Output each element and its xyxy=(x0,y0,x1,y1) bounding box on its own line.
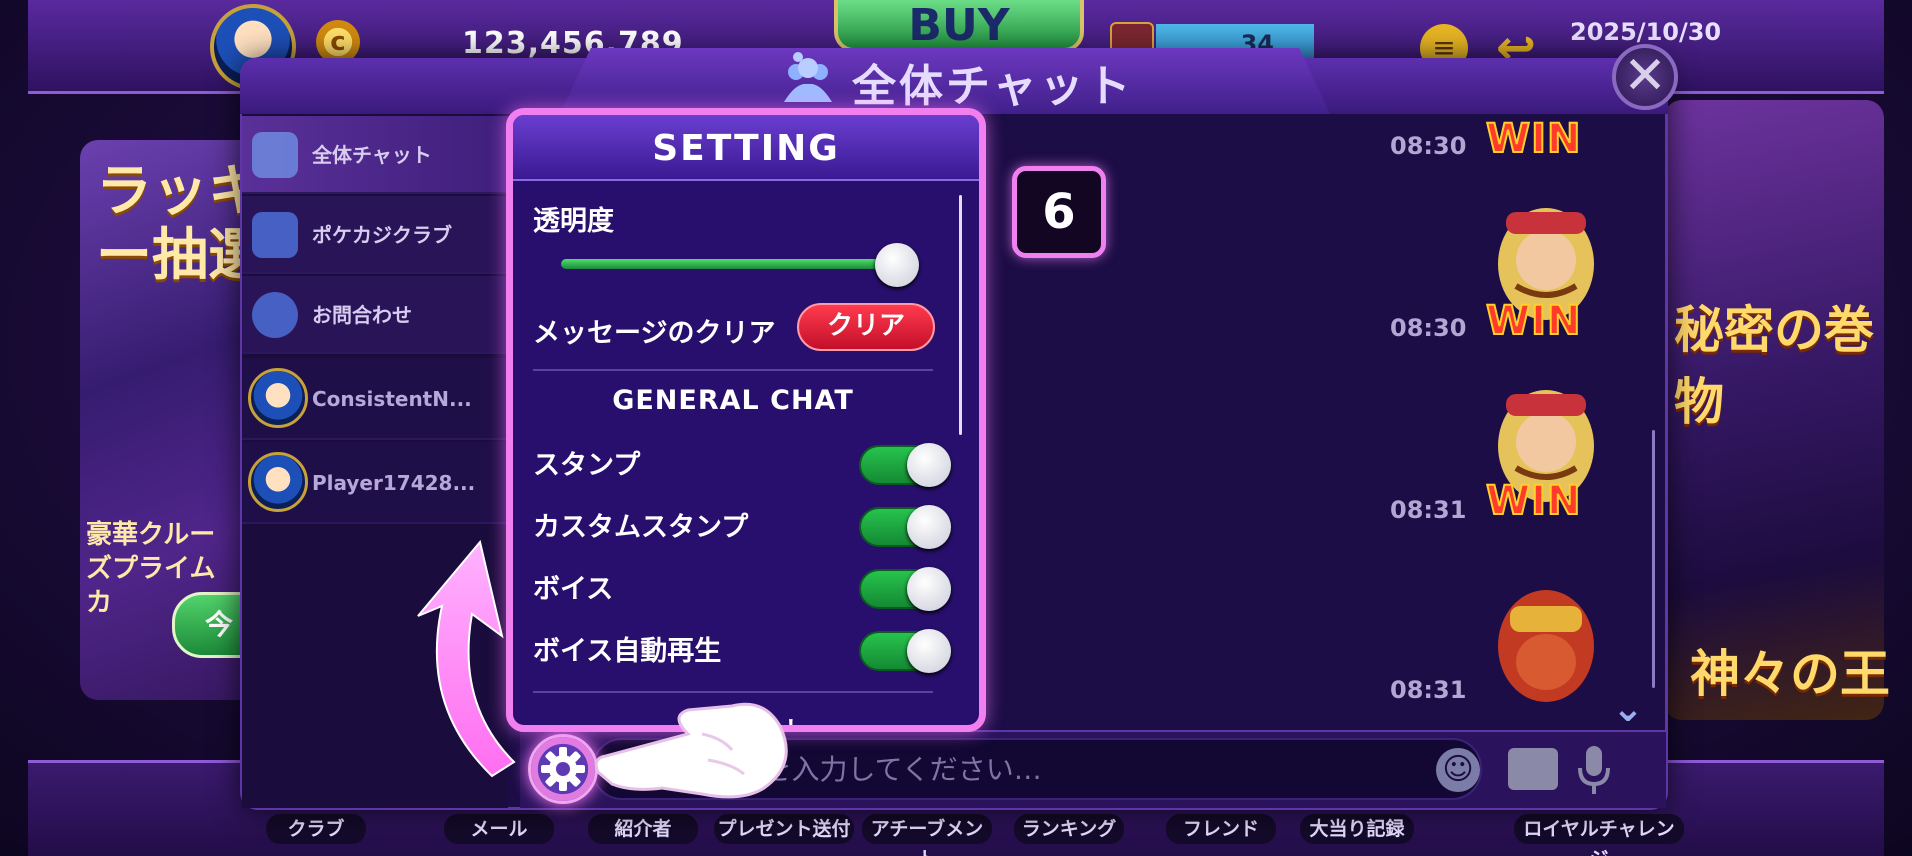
clear-messages-label: メッセージのクリア xyxy=(533,318,776,349)
headset-icon xyxy=(252,292,298,338)
sidebar-item-contact[interactable]: お問合わせ xyxy=(242,276,508,354)
nav-achievement[interactable]: アチーブメント xyxy=(862,814,992,856)
settings-panel: SETTING 透明度 メッセージのクリア クリア GENERAL CHAT ス… xyxy=(506,108,986,732)
divider xyxy=(533,369,933,371)
nav-royal-challenge[interactable]: ロイヤルチャレンジ xyxy=(1514,814,1684,856)
image-icon[interactable] xyxy=(1508,748,1558,790)
voice-toggle[interactable] xyxy=(859,567,951,611)
stamp-label: スタンプ xyxy=(533,450,641,481)
opacity-slider[interactable] xyxy=(561,259,901,269)
pointing-hand-icon xyxy=(594,702,788,799)
general-chat-heading: GENERAL CHAT xyxy=(612,385,854,416)
close-icon[interactable]: ✕ xyxy=(1612,44,1678,110)
opacity-slider-handle[interactable] xyxy=(875,243,919,287)
microphone-icon[interactable] xyxy=(1576,744,1612,796)
nav-friend[interactable]: フレンド xyxy=(1166,814,1276,844)
win-sticker[interactable]: WIN xyxy=(1485,297,1581,345)
gear-icon xyxy=(541,747,585,791)
god-king-title: 神々の王 xyxy=(1690,645,1890,703)
nav-jackpot-log[interactable]: 大当り記録 xyxy=(1300,814,1414,844)
avatar xyxy=(248,368,308,428)
toggle-knob xyxy=(907,505,951,549)
sidebar-item-global-chat[interactable]: 全体チャット xyxy=(242,116,508,194)
voice-label: ボイス xyxy=(533,574,614,605)
nav-referrer[interactable]: 紹介者 xyxy=(588,814,698,844)
nav-club[interactable]: クラブ xyxy=(266,814,366,844)
conversation-item[interactable]: ConsistentN... xyxy=(242,358,508,440)
avatar xyxy=(248,452,308,512)
conversation-name: ConsistentN... xyxy=(312,387,472,411)
chevron-down-icon[interactable]: ⌄ xyxy=(1612,686,1644,730)
buy-button[interactable]: BUY xyxy=(834,0,1084,52)
emoji-icon[interactable]: ☺ xyxy=(1436,748,1480,792)
custom-stamp-toggle[interactable] xyxy=(859,505,951,549)
opacity-label: 透明度 xyxy=(533,206,614,237)
clear-button[interactable]: クリア xyxy=(797,303,935,351)
conversation-item[interactable]: Player17428... xyxy=(242,442,508,524)
conversation-name: Player17428... xyxy=(312,471,476,495)
sidebar-item-label: 全体チャット xyxy=(312,143,432,167)
nav-ranking[interactable]: ランキング xyxy=(1014,814,1124,844)
message-time: 08:30 xyxy=(1390,314,1467,342)
message-time: 08:31 xyxy=(1390,496,1467,524)
sidebar-item-club[interactable]: ポケカジクラブ xyxy=(242,196,508,274)
people-icon xyxy=(784,52,832,102)
nav-send-gift[interactable]: プレゼント送付 xyxy=(714,814,854,844)
sidebar-item-label: お問合わせ xyxy=(312,303,412,327)
tutorial-step-badge: 6 xyxy=(1012,166,1106,258)
game-screen: c 123,456,789 BUY 34 ≡ ↩ 2025/10/30 ラッキー… xyxy=(0,0,1912,856)
secret-scroll-title: 秘密の巻物 xyxy=(1674,301,1874,431)
curved-arrow-icon xyxy=(417,539,516,778)
chat-modal-title: 全体チャット xyxy=(852,61,1134,112)
sidebar-item-label: ポケカジクラブ xyxy=(312,223,452,247)
star-shield-icon xyxy=(252,212,298,258)
nav-mail[interactable]: メール xyxy=(444,814,554,844)
sticker-character[interactable] xyxy=(1476,566,1616,706)
chat-scrollbar[interactable] xyxy=(1652,430,1655,688)
date-display: 2025/10/30 xyxy=(1570,18,1722,46)
stamp-toggle[interactable] xyxy=(859,443,951,487)
voice-autoplay-toggle[interactable] xyxy=(859,629,951,673)
custom-stamp-label: カスタムスタンプ xyxy=(533,512,749,543)
settings-title: SETTING xyxy=(652,128,840,169)
people-icon xyxy=(252,132,298,178)
voice-autoplay-label: ボイス自動再生 xyxy=(533,636,722,667)
message-time: 08:31 xyxy=(1390,676,1467,704)
settings-scrollbar[interactable] xyxy=(959,195,962,435)
toggle-knob xyxy=(907,567,951,611)
toggle-knob xyxy=(907,443,951,487)
win-sticker[interactable]: WIN xyxy=(1485,115,1581,163)
message-time: 08:30 xyxy=(1390,132,1467,160)
toggle-knob xyxy=(907,629,951,673)
win-sticker[interactable]: WIN xyxy=(1485,477,1581,525)
